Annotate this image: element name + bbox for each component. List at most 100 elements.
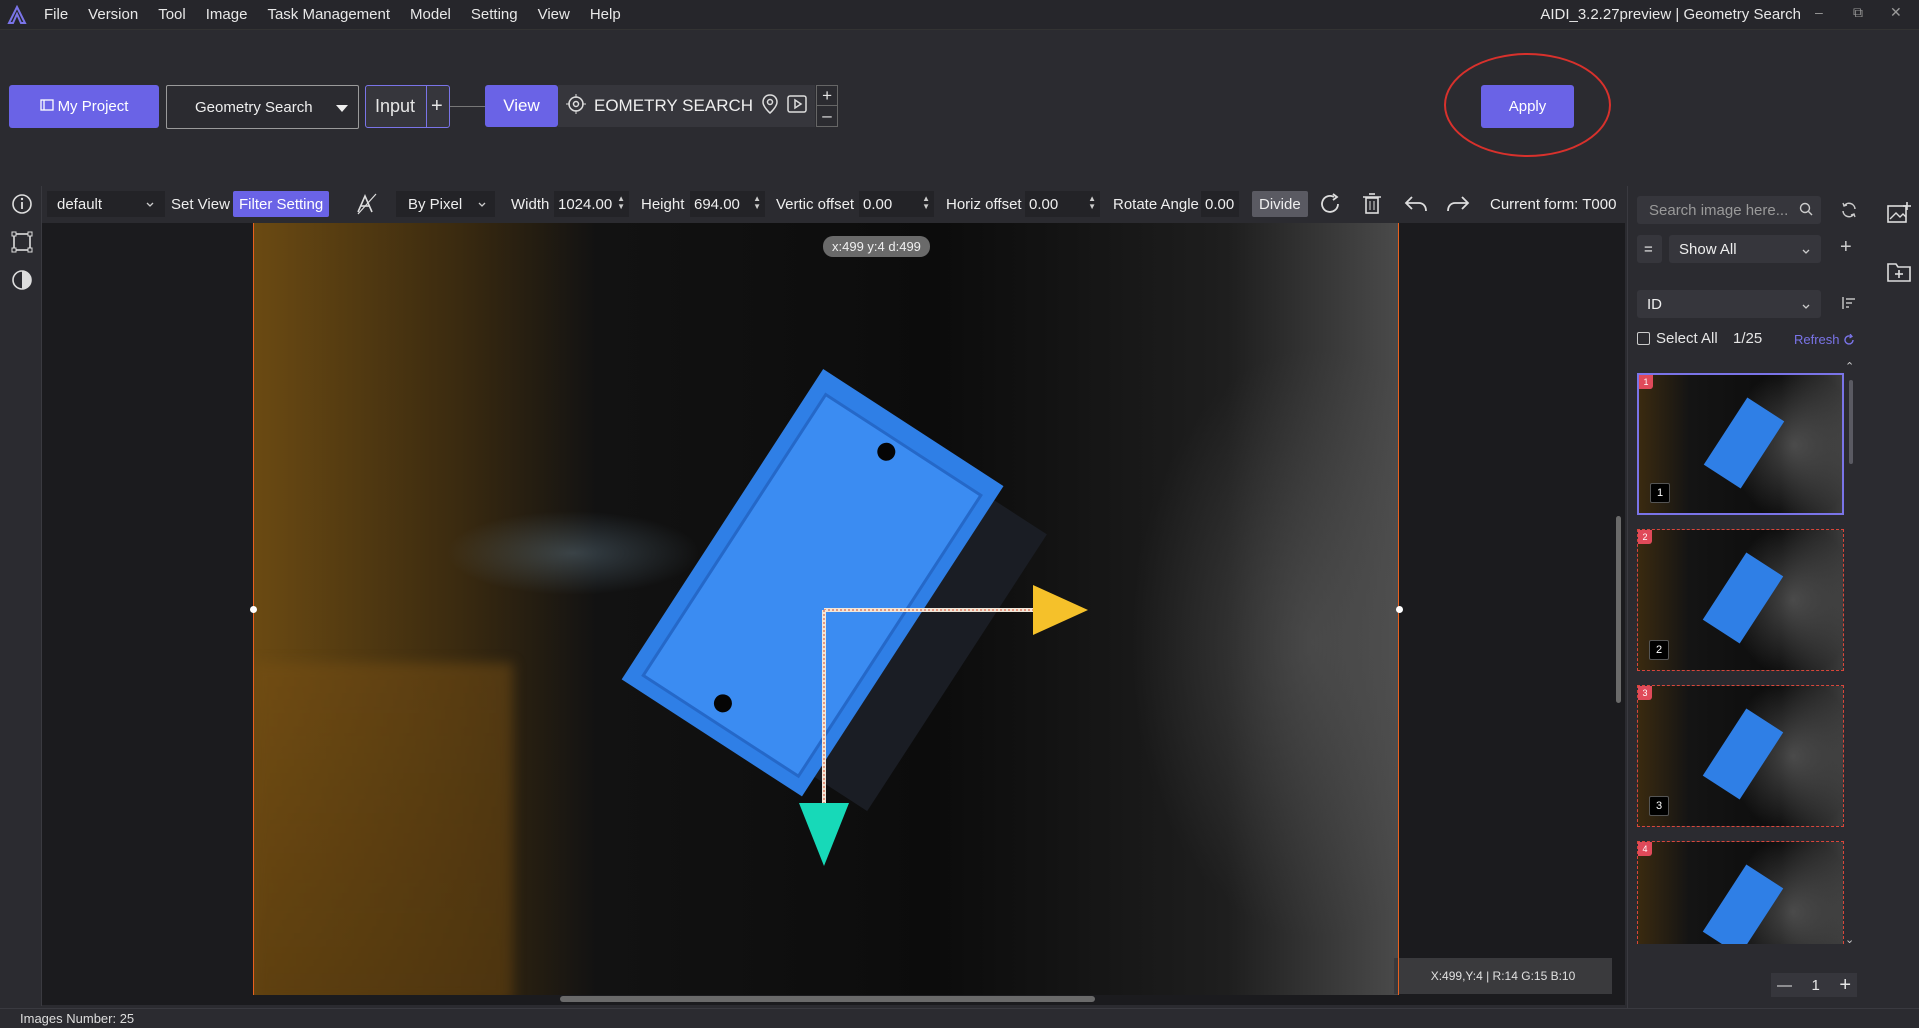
rotate-angle-input[interactable]: 0.00 [1201, 191, 1239, 217]
thumbnail-item[interactable]: 4 [1637, 841, 1844, 944]
thumbnail-number: 3 [1649, 796, 1669, 816]
page-value: 1 [1811, 976, 1820, 994]
page-prev-icon[interactable]: — [1777, 977, 1792, 994]
thumbnail-item[interactable]: 1 1 [1637, 373, 1844, 515]
my-project-button[interactable]: My Project [9, 85, 159, 128]
horiz-offset-input[interactable]: 0.00 ▲ ▼ [1025, 191, 1100, 217]
filter-setting-button[interactable]: Filter Setting [233, 191, 330, 217]
rotate-angle-label: Rotate Angle [1113, 195, 1199, 213]
menu-setting[interactable]: Setting [461, 6, 528, 23]
show-filter-select[interactable]: Show All [1669, 235, 1821, 263]
menu-task-management[interactable]: Task Management [257, 6, 400, 23]
spin-arrows-icon[interactable]: ▲ ▼ [922, 195, 930, 211]
module-select[interactable]: Geometry Search [166, 85, 359, 129]
left-toolbar [0, 186, 42, 1006]
preset-value: default [57, 195, 103, 213]
unit-mode-value: By Pixel [408, 195, 463, 213]
thumbnail-badge: 4 [1638, 842, 1652, 856]
location-pin-icon[interactable] [761, 93, 779, 119]
zoom-in-button[interactable]: + [817, 86, 838, 106]
roi-handle-right[interactable] [1396, 606, 1403, 613]
app-logo-icon [0, 0, 34, 30]
width-input[interactable]: 1024.00 ▲ ▼ [554, 191, 629, 217]
add-folder-icon[interactable] [1886, 260, 1912, 287]
height-label: Height [641, 195, 685, 213]
scroll-top-icon[interactable]: ⌃ [1845, 360, 1854, 373]
filter-operator-button[interactable]: = [1637, 235, 1662, 263]
scroll-bottom-icon[interactable]: ⌄ [1845, 933, 1854, 946]
contrast-icon[interactable] [10, 268, 34, 292]
refresh-link[interactable]: Refresh [1794, 332, 1840, 347]
thumbnail-item[interactable]: 3 3 [1637, 685, 1844, 827]
thumbnail-badge: 2 [1638, 530, 1652, 544]
width-label: Width [511, 195, 550, 213]
menu-image[interactable]: Image [196, 6, 258, 23]
preset-select[interactable]: default [47, 191, 165, 217]
search-icon[interactable] [1799, 202, 1813, 220]
image-canvas[interactable] [42, 223, 1625, 1005]
menu-model[interactable]: Model [400, 6, 461, 23]
vertical-scrollbar[interactable] [1616, 516, 1621, 703]
my-project-label: My Project [57, 98, 129, 115]
menu-version[interactable]: Version [78, 6, 148, 23]
trash-icon[interactable] [1361, 191, 1383, 217]
vertic-offset-input[interactable]: 0.00 ▲ ▼ [859, 191, 934, 217]
redo-icon[interactable] [1445, 191, 1471, 217]
divide-button[interactable]: Divide [1252, 191, 1308, 217]
play-icon[interactable] [787, 94, 807, 119]
menu-tool[interactable]: Tool [148, 6, 196, 23]
thumbnail-image [1638, 842, 1843, 944]
font-size-icon[interactable] [355, 191, 379, 217]
chevron-down-icon [477, 197, 487, 214]
image-search-placeholder: Search image here... [1649, 201, 1789, 219]
sort-select[interactable]: ID [1637, 290, 1821, 318]
restore-button[interactable]: ⧉ [1853, 4, 1863, 21]
zoom-out-button[interactable]: – [817, 106, 837, 126]
spin-arrows-icon[interactable]: ▲ ▼ [753, 195, 761, 211]
set-view-label[interactable]: Set View [171, 191, 230, 217]
vertic-offset-label: Vertic offset [776, 195, 855, 213]
horiz-offset-value: 0.00 [1029, 195, 1059, 213]
zoom-controls: + – [816, 85, 839, 127]
sort-order-icon[interactable] [1840, 296, 1856, 313]
height-input[interactable]: 694.00 ▲ ▼ [690, 191, 765, 217]
add-image-icon[interactable] [1886, 201, 1912, 230]
menu-bar: File Version Tool Image Task Management … [0, 0, 1919, 30]
add-filter-icon[interactable]: + [1840, 236, 1852, 259]
thumbnail-item[interactable]: 2 2 [1637, 529, 1844, 671]
page-next-icon[interactable]: + [1839, 974, 1851, 997]
menu-view[interactable]: View [528, 6, 580, 23]
menu-file[interactable]: File [34, 6, 78, 23]
roi-rectangle-icon[interactable] [10, 230, 34, 254]
input-add-button[interactable]: + [426, 86, 443, 127]
select-all-checkbox[interactable] [1637, 332, 1650, 345]
roi-handle-left[interactable] [250, 606, 257, 613]
dropdown-caret-icon [336, 100, 348, 117]
menu-help[interactable]: Help [580, 6, 631, 23]
roi-border[interactable] [253, 223, 1399, 995]
horizontal-scrollbar[interactable] [560, 996, 1095, 1002]
width-value: 1024.00 [558, 195, 613, 213]
select-all-label: Select All [1656, 330, 1718, 347]
spin-arrows-icon[interactable]: ▲ ▼ [617, 195, 625, 211]
current-form-label: Current form: T000 [1490, 195, 1617, 213]
refresh-icon[interactable] [1843, 333, 1855, 349]
rotate-refresh-icon[interactable] [1318, 191, 1342, 217]
sort-value: ID [1647, 295, 1662, 313]
sync-icon[interactable] [1840, 201, 1858, 222]
view-button[interactable]: View [485, 85, 558, 127]
thumbnail-scrollbar[interactable] [1849, 380, 1853, 464]
unit-mode-select[interactable]: By Pixel [396, 191, 495, 217]
page-stepper[interactable]: — 1 + [1771, 973, 1857, 997]
input-node[interactable]: Input + [365, 85, 450, 128]
input-node-label: Input [375, 96, 416, 116]
geometry-search-node[interactable]: EOMETRY SEARCH [558, 85, 816, 127]
image-search-input[interactable]: Search image here... [1637, 196, 1821, 224]
info-icon[interactable] [10, 192, 34, 216]
minimize-button[interactable]: – [1815, 4, 1823, 20]
spin-arrows-icon[interactable]: ▲ ▼ [1088, 195, 1096, 211]
undo-icon[interactable] [1403, 191, 1429, 217]
close-button[interactable]: ✕ [1890, 4, 1902, 21]
chevron-down-icon [145, 197, 155, 214]
thumbnail-number: 2 [1649, 640, 1669, 660]
